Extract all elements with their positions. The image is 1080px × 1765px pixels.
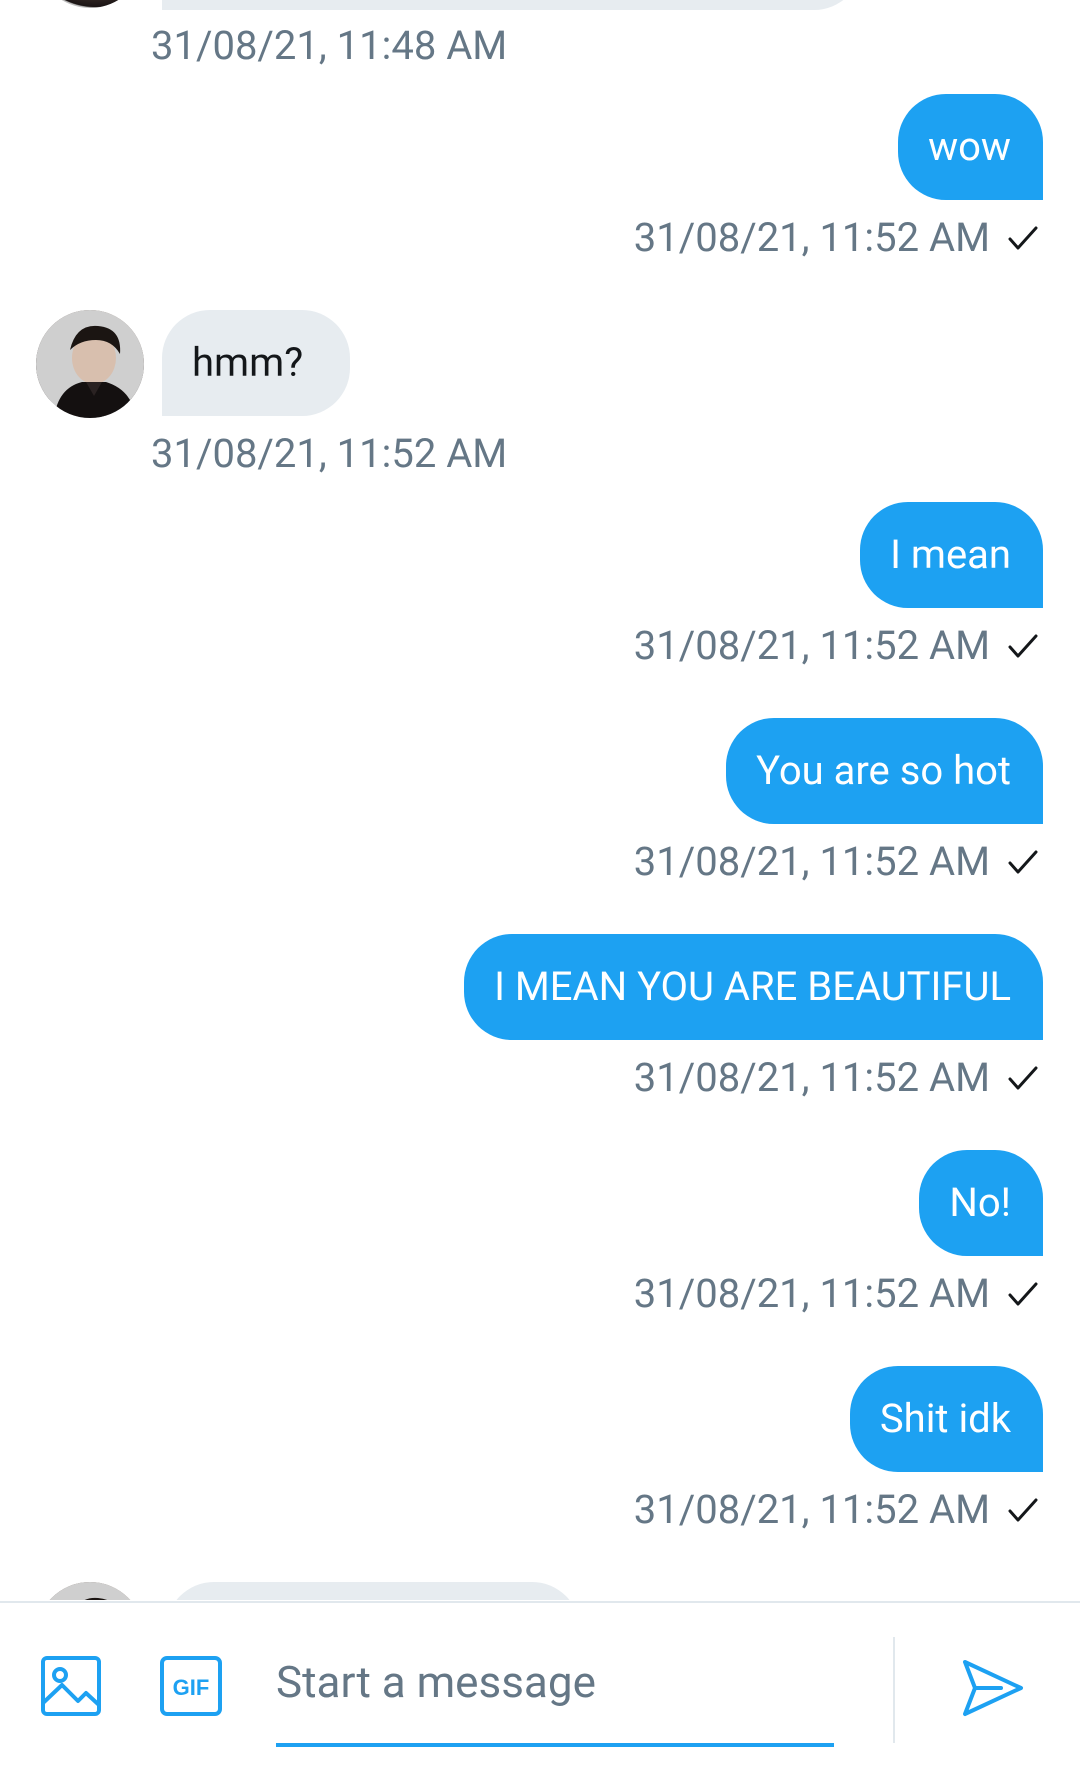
message-timestamp-row: 31/08/21, 11:52 AM — [634, 838, 1040, 886]
message-timestamp: 31/08/21, 11:52 AM — [633, 1054, 990, 1101]
message-bubble-outgoing[interactable]: I mean — [860, 502, 1043, 608]
input-focus-underline — [276, 1743, 834, 1747]
avatar-photo — [36, 1582, 144, 1600]
avatar-photo — [36, 310, 144, 418]
message-bubble-outgoing[interactable]: Shit idk — [849, 1366, 1043, 1472]
message-timestamp-row: 31/08/21, 11:52 AM — [634, 1054, 1040, 1102]
message-bubble-outgoing[interactable]: wow — [898, 94, 1043, 200]
message-bubble-incoming[interactable] — [162, 0, 862, 10]
message-input[interactable] — [276, 1623, 834, 1741]
message-timestamp: 31/08/21, 11:52 AM — [633, 214, 990, 261]
check-icon — [1006, 221, 1040, 255]
avatar[interactable] — [36, 1582, 144, 1600]
add-photo-button[interactable] — [36, 1653, 106, 1719]
message-timestamp-row: 31/08/21, 11:52 AM — [634, 214, 1040, 262]
message-input-wrap — [276, 1623, 834, 1747]
message-timestamp-row: 31/08/21, 11:52 AM — [634, 1486, 1040, 1534]
message-bubble-outgoing[interactable]: You are so hot — [726, 718, 1043, 824]
gif-icon: GIF — [160, 1656, 222, 1716]
check-icon — [1006, 629, 1040, 663]
message-text: hmm? — [192, 339, 304, 386]
add-gif-button[interactable]: GIF — [158, 1653, 224, 1719]
message-timestamp: 31/08/21, 11:52 AM — [633, 838, 990, 885]
gif-label: GIF — [173, 1675, 210, 1700]
send-button[interactable] — [952, 1647, 1034, 1729]
message-text: No! — [949, 1179, 1011, 1226]
image-icon — [41, 1656, 101, 1716]
check-icon — [1006, 845, 1040, 879]
message-text: I MEAN YOU ARE BEAUTIFUL — [494, 963, 1011, 1010]
message-text: Shit idk — [879, 1395, 1011, 1442]
dm-conversation-screen: 31/08/21, 11:48 AM wow 31/08/21, 11:52 A… — [0, 0, 1080, 1765]
check-icon — [1006, 1061, 1040, 1095]
message-bubble-outgoing[interactable]: No! — [919, 1150, 1043, 1256]
send-icon — [963, 1660, 1023, 1716]
message-timestamp: 31/08/21, 11:52 AM — [633, 1270, 990, 1317]
message-timestamp: 31/08/21, 11:52 AM — [633, 622, 990, 669]
message-timestamp: 31/08/21, 11:52 AM — [151, 430, 508, 477]
check-icon — [1006, 1493, 1040, 1527]
message-composer: GIF — [0, 1601, 1080, 1765]
message-timestamp-row: 31/08/21, 11:52 AM — [634, 1270, 1040, 1318]
divider — [893, 1637, 895, 1743]
message-bubble-outgoing[interactable]: I MEAN YOU ARE BEAUTIFUL — [464, 934, 1043, 1040]
avatar[interactable] — [36, 310, 144, 418]
message-timestamp: 31/08/21, 11:52 AM — [633, 1486, 990, 1533]
message-bubble-incoming[interactable] — [166, 1582, 580, 1600]
message-bubble-incoming[interactable]: hmm? — [162, 310, 350, 416]
check-icon — [1006, 1277, 1040, 1311]
message-list[interactable]: 31/08/21, 11:48 AM wow 31/08/21, 11:52 A… — [0, 0, 1080, 1600]
message-timestamp-row: 31/08/21, 11:52 AM — [634, 622, 1040, 670]
message-text: I mean — [890, 531, 1011, 578]
message-text: wow — [928, 123, 1011, 170]
message-timestamp: 31/08/21, 11:48 AM — [151, 22, 508, 69]
avatar[interactable] — [36, 0, 144, 8]
message-text: You are so hot — [756, 747, 1011, 794]
